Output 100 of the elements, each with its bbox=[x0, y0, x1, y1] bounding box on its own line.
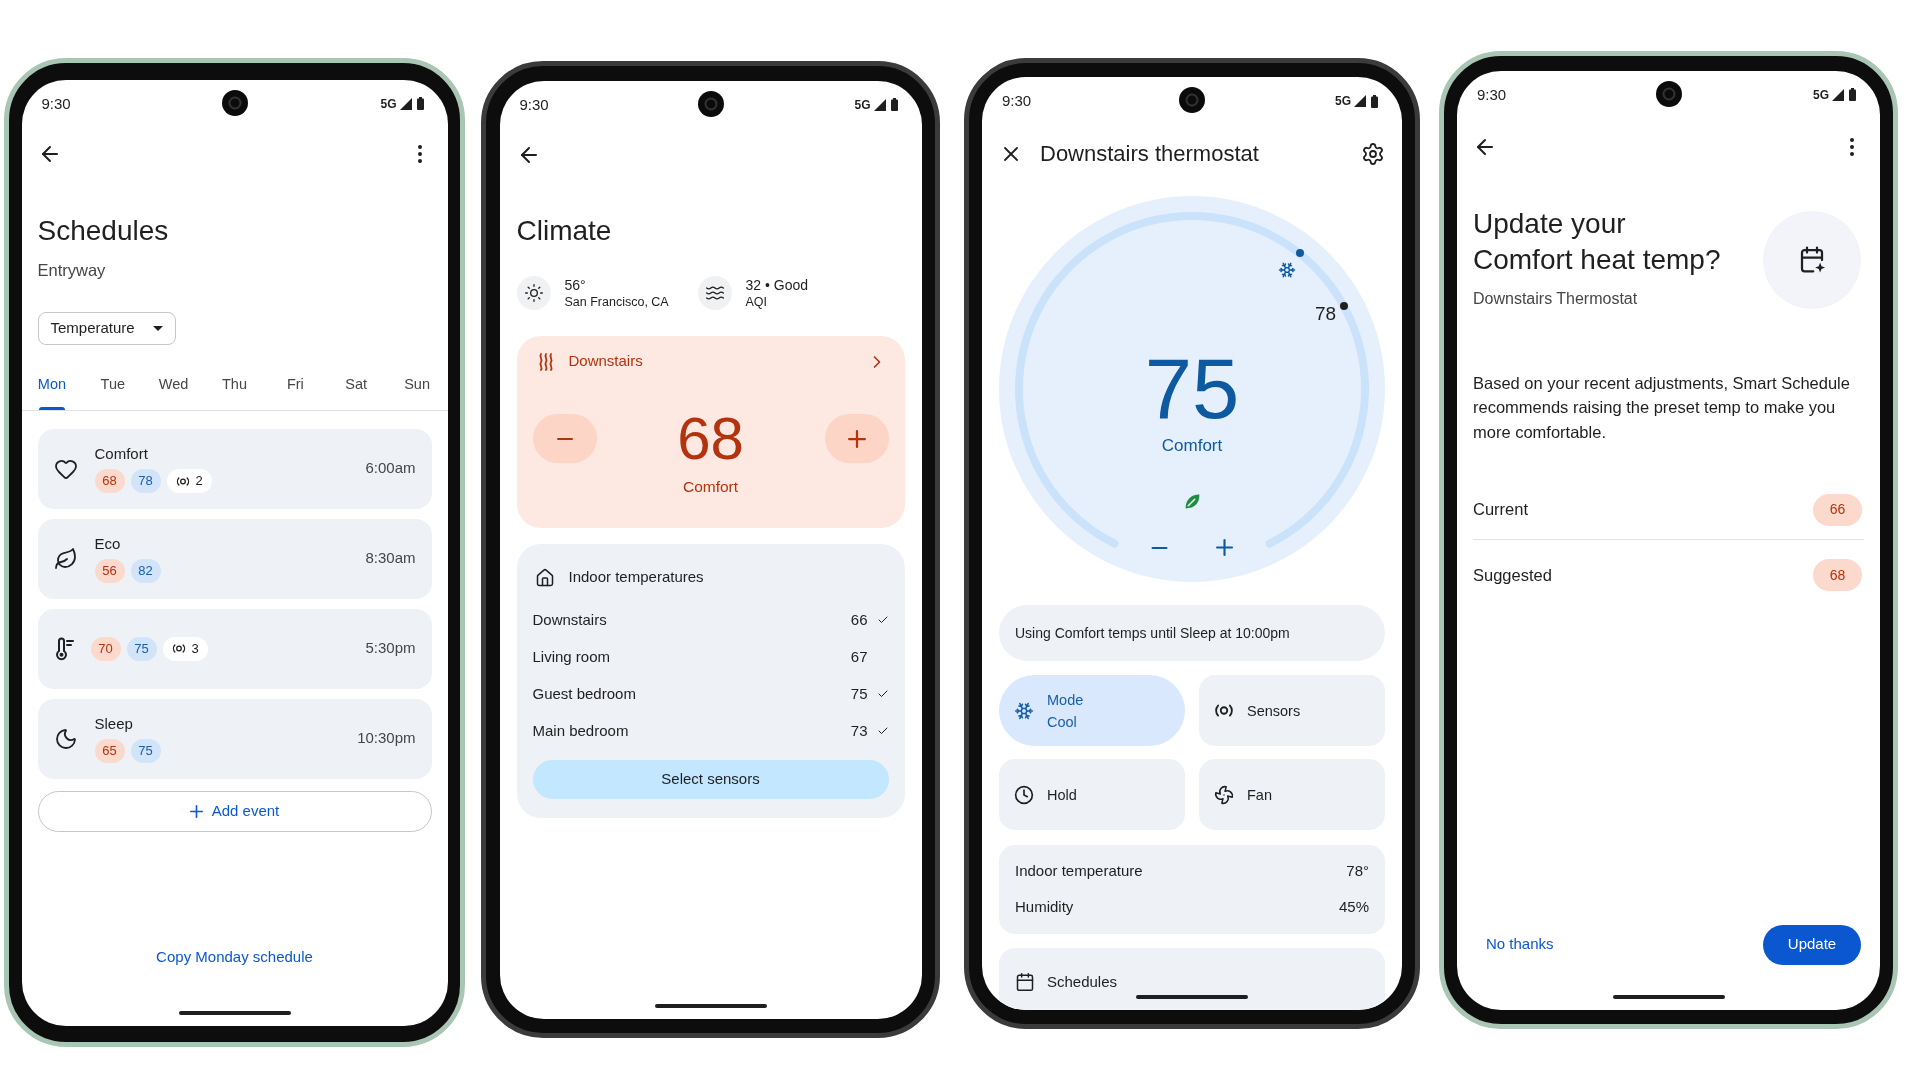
outdoor-label: San Francisco, CA bbox=[564, 293, 669, 310]
battery-icon bbox=[1849, 88, 1856, 101]
reading-value: 45% bbox=[1338, 897, 1369, 918]
room-temp: 75 bbox=[850, 683, 868, 704]
heat-temp-chip: 65 bbox=[94, 739, 125, 763]
sensor-icon bbox=[171, 644, 186, 653]
control-tile[interactable]: Hold bbox=[999, 759, 1185, 830]
thermometer-icon bbox=[53, 636, 74, 661]
room-name: Downstairs bbox=[532, 609, 607, 630]
event-time: 5:30pm bbox=[365, 638, 416, 659]
location-label: Entryway bbox=[37, 259, 106, 281]
snowflake-icon bbox=[1278, 261, 1296, 279]
sensor-count: 2 bbox=[195, 472, 203, 491]
event-title: Eco bbox=[94, 534, 121, 554]
plus-icon bbox=[847, 429, 866, 448]
device-name: Downstairs Thermostat bbox=[1473, 288, 1638, 309]
schedule-event-card[interactable]: Comfort 68 78 2 6:00am bbox=[37, 428, 432, 509]
setpoint-marker-icon bbox=[1296, 249, 1304, 257]
increase-icon[interactable] bbox=[1216, 539, 1233, 556]
fan-icon bbox=[1214, 784, 1234, 805]
update-button[interactable]: Update bbox=[1763, 924, 1861, 965]
schedule-event-card[interactable]: Eco 56 82 8:30am bbox=[37, 518, 432, 599]
signal-icon bbox=[873, 98, 886, 111]
card-title: Indoor temperatures bbox=[568, 567, 704, 588]
event-time: 8:30am bbox=[365, 548, 416, 569]
filter-dropdown[interactable]: Temperature bbox=[37, 311, 176, 345]
select-sensors-button[interactable]: Select sensors bbox=[532, 759, 889, 799]
room-temp: 73 bbox=[850, 720, 868, 741]
status-time: 9:30 bbox=[1477, 85, 1507, 104]
day-tab[interactable]: Sun bbox=[386, 364, 448, 410]
outdoor-value: 32 • Good bbox=[745, 275, 808, 294]
battery-icon bbox=[416, 97, 424, 110]
status-time: 9:30 bbox=[1002, 92, 1032, 110]
control-tile[interactable]: Sensors bbox=[1199, 675, 1385, 746]
heat-temp-chip: 68 bbox=[1813, 559, 1862, 591]
copy-schedule-link[interactable]: Copy Monday schedule bbox=[156, 946, 313, 967]
status-time: 9:30 bbox=[519, 95, 549, 114]
battery-icon bbox=[890, 98, 898, 111]
cool-temp-chip: 82 bbox=[130, 559, 161, 583]
signal-icon bbox=[399, 97, 412, 110]
waves-icon bbox=[697, 275, 732, 310]
cool-temp-chip: 75 bbox=[126, 636, 157, 661]
settings-icon[interactable] bbox=[1361, 142, 1385, 166]
screen-title: Climate bbox=[516, 213, 612, 248]
schedules-card[interactable]: Schedules bbox=[999, 948, 1385, 1010]
sensor-icon bbox=[1214, 704, 1234, 717]
network-type: 5G bbox=[380, 95, 397, 112]
gesture-handle[interactable] bbox=[1136, 995, 1248, 999]
sun-icon bbox=[516, 275, 551, 310]
screen-title: Schedules bbox=[37, 213, 169, 248]
current-temp-label: 78 bbox=[1315, 303, 1337, 325]
room-name: Living room bbox=[532, 646, 611, 667]
day-tab[interactable]: Sat bbox=[325, 364, 387, 410]
room-temp: 67 bbox=[850, 646, 868, 667]
control-tile[interactable]: Fan bbox=[1199, 759, 1385, 830]
reading-value: 78° bbox=[1346, 861, 1369, 882]
leaf-icon bbox=[1184, 493, 1201, 510]
leaf-icon bbox=[53, 546, 78, 571]
camera-icon bbox=[1655, 80, 1682, 107]
gesture-handle[interactable] bbox=[1612, 994, 1725, 999]
sensor-count: 3 bbox=[191, 639, 199, 658]
suggestion-text: Based on your recent adjustments, Smart Schedule recommends raising the preset temp to make you more comfortable. bbox=[1473, 372, 1851, 443]
day-tab[interactable]: Thu bbox=[204, 364, 265, 410]
day-tab[interactable]: Fri bbox=[264, 364, 326, 410]
reading-label: Indoor temperature bbox=[1015, 861, 1143, 882]
control-tile[interactable]: Mode Cool bbox=[999, 675, 1185, 746]
status-time: 9:30 bbox=[41, 94, 71, 113]
gesture-handle[interactable] bbox=[178, 1010, 291, 1015]
no-thanks-button[interactable]: No thanks bbox=[1474, 924, 1566, 965]
comparison-label: Suggested bbox=[1473, 564, 1552, 586]
network-type: 5G bbox=[1335, 93, 1351, 109]
event-title: Sleep bbox=[94, 714, 133, 734]
heat-temp-chip: 66 bbox=[1813, 493, 1862, 526]
plus-icon bbox=[189, 804, 203, 818]
zone-name: Downstairs bbox=[568, 351, 643, 372]
reading-label: Humidity bbox=[1015, 897, 1074, 918]
cool-temp-chip: 75 bbox=[130, 739, 161, 763]
sensor-icon bbox=[175, 476, 190, 486]
event-time: 6:00am bbox=[365, 458, 416, 479]
network-type: 5G bbox=[1813, 86, 1829, 103]
clock-icon bbox=[1014, 784, 1034, 805]
day-tab[interactable]: Tue bbox=[82, 364, 144, 410]
screen-title: Downstairs thermostat bbox=[1040, 140, 1259, 168]
room-temp: 66 bbox=[850, 609, 868, 630]
dialog-title: Update your Comfort heat temp? bbox=[1473, 206, 1722, 277]
schedule-status-banner: Using Comfort temps until Sleep at 10:00pm bbox=[999, 605, 1385, 661]
camera-icon bbox=[221, 89, 248, 116]
day-tab[interactable]: Mon bbox=[21, 364, 83, 410]
camera-icon bbox=[697, 90, 724, 117]
increase-button[interactable] bbox=[824, 414, 889, 463]
comparison-label: Current bbox=[1473, 499, 1529, 521]
schedule-event-card[interactable]: Sleep 65 75 10:30pm bbox=[37, 698, 432, 779]
moon-icon bbox=[53, 726, 78, 751]
network-type: 5G bbox=[854, 96, 871, 113]
heat-temp-chip: 68 bbox=[94, 469, 125, 493]
outdoor-value: 56° bbox=[564, 275, 587, 294]
day-tab[interactable]: Wed bbox=[143, 364, 205, 410]
gesture-handle[interactable] bbox=[654, 1003, 767, 1008]
snowflake-icon bbox=[1014, 700, 1034, 721]
schedule-event-card[interactable]: 70 75 3 5:30pm bbox=[37, 608, 432, 689]
